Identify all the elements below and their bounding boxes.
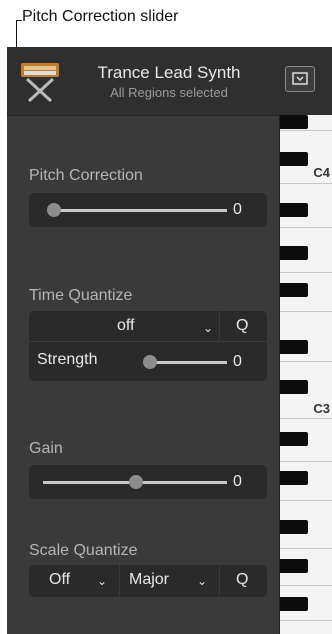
track-title: Trance Lead Synth bbox=[97, 63, 241, 82]
divider bbox=[219, 311, 220, 341]
chevron-down-icon: ⌄ bbox=[197, 574, 208, 588]
white-key-edge bbox=[280, 620, 332, 621]
strength-value: 0 bbox=[233, 353, 242, 370]
pitch-correction-value: 0 bbox=[233, 201, 242, 218]
white-key-edge bbox=[280, 418, 332, 419]
white-key-edge bbox=[280, 130, 332, 131]
white-key-edge bbox=[280, 461, 332, 462]
gain-label: Gain bbox=[29, 440, 63, 457]
pitch-correction-label: Pitch Correction bbox=[29, 167, 143, 184]
key-label-c3: C3 bbox=[313, 401, 330, 416]
pitch-correction-thumb[interactable] bbox=[47, 203, 61, 217]
menu-button[interactable] bbox=[285, 66, 315, 92]
black-key[interactable] bbox=[280, 340, 308, 354]
divider bbox=[219, 565, 220, 597]
white-key-edge bbox=[280, 227, 332, 228]
track-inspector-panel: Trance Lead Synth All Regions selected P… bbox=[7, 47, 332, 634]
track-subtitle: All Regions selected bbox=[110, 85, 228, 100]
gain-thumb[interactable] bbox=[129, 475, 143, 489]
pitch-correction-track bbox=[51, 209, 227, 212]
strength-label: Strength bbox=[37, 351, 98, 368]
white-key-edge bbox=[280, 183, 332, 184]
black-key[interactable] bbox=[280, 432, 308, 446]
black-key[interactable] bbox=[280, 597, 308, 611]
white-key-edge bbox=[280, 311, 332, 312]
gain-value: 0 bbox=[233, 473, 242, 490]
black-key[interactable] bbox=[280, 559, 308, 573]
callout-label: Pitch Correction slider bbox=[22, 8, 179, 25]
black-key[interactable] bbox=[280, 152, 308, 166]
scale-quantize-group: Off ⌄ Major ⌄ Q bbox=[29, 565, 267, 597]
strength-thumb[interactable] bbox=[143, 355, 157, 369]
white-key-edge bbox=[280, 548, 332, 549]
piano-keyboard[interactable]: C4 C3 bbox=[279, 115, 332, 634]
scale-type-select[interactable]: Major bbox=[129, 571, 169, 589]
time-quantize-q-button[interactable]: Q bbox=[236, 317, 248, 335]
black-key[interactable] bbox=[280, 283, 308, 297]
white-key-edge bbox=[280, 361, 332, 362]
black-key[interactable] bbox=[280, 380, 308, 394]
time-quantize-group: off ⌄ Q Strength 0 bbox=[29, 311, 267, 381]
white-key-edge bbox=[280, 585, 332, 586]
time-quantize-select[interactable]: off bbox=[117, 317, 135, 335]
synth-icon bbox=[21, 63, 59, 103]
scale-quantize-q-button[interactable]: Q bbox=[236, 571, 248, 589]
scale-quantize-label: Scale Quantize bbox=[29, 542, 138, 559]
chevron-down-icon: ⌄ bbox=[203, 321, 214, 335]
key-label-c4: C4 bbox=[313, 165, 330, 180]
black-key[interactable] bbox=[280, 115, 308, 129]
strength-track bbox=[147, 361, 227, 364]
time-quantize-label: Time Quantize bbox=[29, 287, 133, 304]
menu-icon bbox=[292, 72, 308, 85]
white-key-edge bbox=[280, 500, 332, 501]
black-key[interactable] bbox=[280, 520, 308, 534]
callout-tick bbox=[16, 20, 22, 21]
divider bbox=[119, 565, 120, 597]
gain-slider[interactable]: 0 bbox=[29, 465, 267, 499]
pitch-correction-slider[interactable]: 0 bbox=[29, 193, 267, 227]
black-key[interactable] bbox=[280, 203, 308, 217]
black-key[interactable] bbox=[280, 246, 308, 260]
black-key[interactable] bbox=[280, 471, 308, 485]
header: Trance Lead Synth All Regions selected bbox=[7, 47, 332, 116]
scale-root-select[interactable]: Off bbox=[49, 571, 70, 589]
white-key-edge bbox=[280, 272, 332, 273]
divider bbox=[29, 341, 267, 342]
chevron-down-icon: ⌄ bbox=[97, 574, 108, 588]
